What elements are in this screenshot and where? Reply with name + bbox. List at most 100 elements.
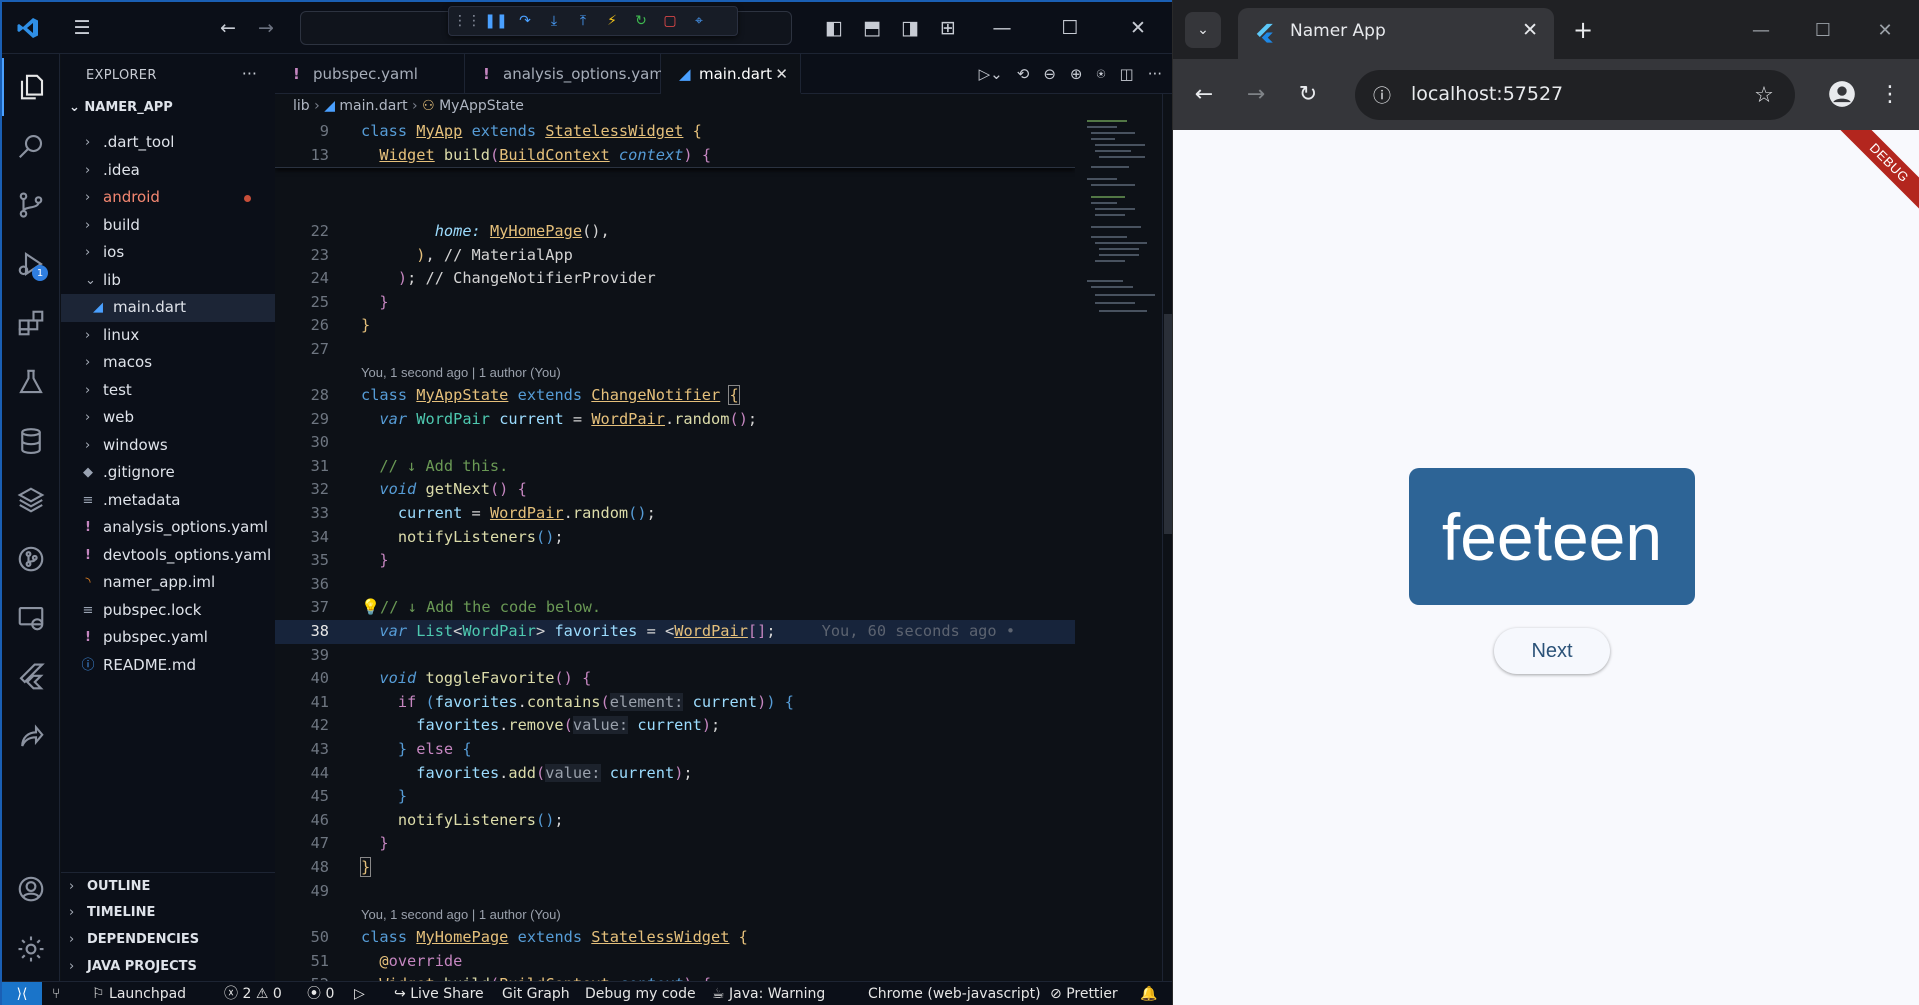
tree-file[interactable]: ≡ .metadata — [61, 487, 275, 515]
next-button[interactable]: Next — [1494, 628, 1610, 674]
inspect-widget-icon[interactable]: ⌖ — [687, 9, 711, 33]
debug-code-item[interactable]: Debug my code — [585, 982, 696, 1005]
run-debug-icon[interactable]: 1 — [2, 235, 60, 293]
device-selector[interactable]: Chrome (web-javascript) — [868, 982, 1041, 1005]
tree-folder[interactable]: ⌄ lib — [61, 267, 275, 295]
toggle-sidebar-icon[interactable]: ◧ — [820, 14, 848, 42]
reload-icon[interactable]: ↻ — [1291, 77, 1325, 111]
chrome-tab[interactable]: Namer App ✕ — [1238, 8, 1554, 59]
tree-folder[interactable]: › macos — [61, 349, 275, 377]
tab-main-dart[interactable]: ◢ main.dart ✕ — [661, 54, 801, 94]
tree-file[interactable]: ! analysis_options.yaml — [61, 514, 275, 542]
vertical-scrollbar[interactable] — [1162, 94, 1172, 981]
remote-indicator[interactable]: ⟩⟨ — [2, 982, 42, 1005]
next-change-icon[interactable]: ⊕ — [1070, 65, 1083, 83]
tab-analysis-options[interactable]: ! analysis_options.yaml — [465, 54, 668, 94]
codelens-author[interactable]: You, 1 second ago | 1 author (You) — [361, 363, 561, 383]
close-window-icon[interactable]: ✕ — [1124, 14, 1152, 42]
prettier-item[interactable]: ⊘ Prettier — [1050, 982, 1118, 1005]
flutter-inspector-icon[interactable]: ⍟ — [1096, 65, 1105, 83]
step-into-icon[interactable]: ⤓ — [542, 9, 566, 33]
maximize-icon[interactable]: ☐ — [1056, 14, 1084, 42]
tree-file[interactable]: ≡ pubspec.lock — [61, 597, 275, 625]
project-folder[interactable]: ⌄ NAMER_APP — [69, 100, 173, 115]
tree-folder[interactable]: › linux — [61, 322, 275, 350]
notifications-bell-icon[interactable]: 🔔 — [1140, 982, 1157, 1005]
forward-arrow-icon[interactable]: → — [1239, 77, 1273, 111]
toggle-panel-icon[interactable]: ⬒ — [858, 14, 886, 42]
forward-arrow-icon[interactable]: → — [252, 14, 280, 42]
code-line[interactable]: 13 Widget build(BuildContext context) { — [275, 144, 1075, 168]
tree-folder[interactable]: › test — [61, 377, 275, 405]
launchpad-item[interactable]: ⚐ Launchpad — [92, 982, 186, 1005]
customize-layout-icon[interactable]: ⊞ — [934, 14, 962, 42]
tree-file[interactable]: ◝ namer_app.iml — [61, 569, 275, 597]
search-icon[interactable] — [2, 117, 60, 175]
lightbulb-icon[interactable]: 💡 — [361, 598, 380, 616]
minimize-icon[interactable]: — — [1745, 14, 1777, 46]
previous-change-icon[interactable]: ⊖ — [1043, 65, 1056, 83]
breadcrumb-folder[interactable]: lib — [293, 98, 310, 114]
git-graph-item[interactable]: Git Graph — [502, 982, 570, 1005]
live-share-item[interactable]: ↪ Live Share — [394, 982, 484, 1005]
codelens-author[interactable]: You, 1 second ago | 1 author (You) — [361, 905, 561, 925]
toggle-secondary-sidebar-icon[interactable]: ◨ — [896, 14, 924, 42]
tree-folder[interactable]: › windows — [61, 432, 275, 460]
tree-file[interactable]: ! pubspec.yaml — [61, 624, 275, 652]
tree-folder[interactable]: › .dart_tool — [61, 129, 275, 157]
pause-icon[interactable]: ❚❚ — [484, 9, 508, 33]
tree-file[interactable]: ◆ .gitignore — [61, 459, 275, 487]
menu-icon[interactable]: ☰ — [68, 14, 96, 42]
stop-icon[interactable]: ▢ — [658, 9, 682, 33]
layers-icon[interactable] — [2, 471, 60, 529]
open-changes-icon[interactable]: ⟲ — [1017, 65, 1030, 83]
source-control-icon[interactable] — [2, 176, 60, 234]
tab-pubspec-yaml[interactable]: ! pubspec.yaml — [275, 54, 465, 94]
split-editor-icon[interactable]: ◫ — [1120, 65, 1134, 83]
extensions-icon[interactable] — [2, 294, 60, 352]
hot-reload-icon[interactable]: ⚡ — [600, 9, 624, 33]
dependencies-section[interactable]: › DEPENDENCIES — [61, 926, 275, 953]
chrome-menu-icon[interactable]: ⋮ — [1873, 77, 1907, 111]
restart-icon[interactable]: ↻ — [629, 9, 653, 33]
breadcrumb-symbol[interactable]: MyAppState — [439, 98, 524, 114]
bookmark-star-icon[interactable]: ☆ — [1751, 82, 1777, 108]
breadcrumb-file[interactable]: main.dart — [339, 98, 407, 114]
minimize-icon[interactable]: — — [988, 14, 1016, 42]
tree-folder[interactable]: › android — [61, 184, 275, 212]
address-bar[interactable]: ⓘ localhost:57527 ☆ — [1355, 70, 1795, 120]
site-info-icon[interactable]: ⓘ — [1369, 82, 1395, 108]
flutter-icon[interactable] — [2, 648, 60, 706]
explorer-icon[interactable] — [2, 58, 60, 116]
back-arrow-icon[interactable]: ← — [214, 14, 242, 42]
step-over-icon[interactable]: ↷ — [513, 9, 537, 33]
profile-avatar-icon[interactable] — [1825, 77, 1859, 111]
branch-icon[interactable]: ⑂ — [52, 982, 60, 1005]
testing-icon[interactable] — [2, 353, 60, 411]
database-icon[interactable] — [2, 412, 60, 470]
close-tab-icon[interactable]: ✕ — [775, 54, 788, 94]
code-line[interactable]: 9 class MyApp extends StatelessWidget { — [275, 120, 1075, 144]
new-tab-icon[interactable]: + — [1567, 14, 1599, 46]
tree-folder[interactable]: › ios — [61, 239, 275, 267]
run-debug-dropdown-icon[interactable]: ▷⌄ — [979, 65, 1003, 83]
settings-gear-icon[interactable] — [2, 920, 60, 978]
timeline-section[interactable]: › TIMELINE — [61, 899, 275, 926]
tree-folder[interactable]: › build — [61, 212, 275, 240]
tab-search-chevron-icon[interactable]: ⌄ — [1185, 12, 1221, 48]
tree-folder[interactable]: › .idea — [61, 157, 275, 185]
more-actions-icon[interactable]: ··· — [242, 64, 257, 83]
tree-file-selected[interactable]: ◢ main.dart — [61, 294, 275, 322]
tree-file[interactable]: ⓘ README.md — [61, 652, 275, 680]
outline-section[interactable]: › OUTLINE — [61, 872, 275, 899]
debug-run-icon[interactable]: ▷ — [354, 982, 365, 1005]
java-projects-section[interactable]: › JAVA PROJECTS — [61, 953, 275, 980]
accounts-icon[interactable] — [2, 860, 60, 918]
scrollbar-thumb[interactable] — [1164, 314, 1172, 534]
drag-handle-icon[interactable]: ⋮⋮ — [453, 9, 481, 33]
java-status-item[interactable]: ☕ Java: Warning — [712, 982, 825, 1005]
back-arrow-icon[interactable]: ← — [1187, 77, 1221, 111]
step-out-icon[interactable]: ⤒ — [571, 9, 595, 33]
code-editor[interactable]: 22 home: MyHomePage(), 23 ), // Material… — [275, 120, 1075, 981]
remote-explorer-icon[interactable] — [2, 589, 60, 647]
